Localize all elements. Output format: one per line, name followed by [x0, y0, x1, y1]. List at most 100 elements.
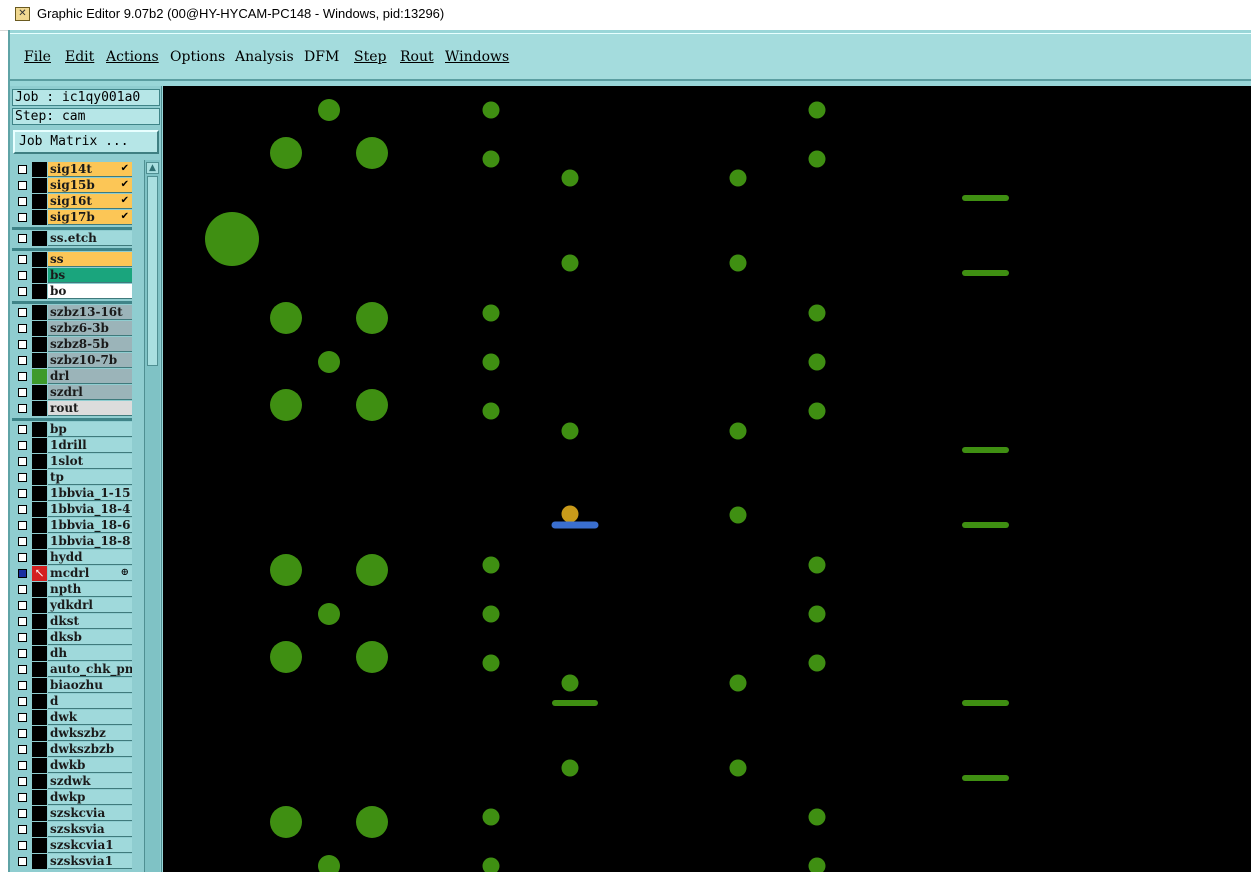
large-drill-pad[interactable] [205, 212, 259, 266]
editor-app-icon[interactable]: ✕ [15, 7, 30, 21]
drill-pad[interactable] [482, 150, 500, 168]
layer-row-sig16t[interactable]: sig16t ✔ [12, 194, 132, 210]
drill-pad[interactable] [482, 857, 500, 872]
layer-name[interactable]: bp [48, 422, 132, 437]
layer-row-hydd[interactable]: hydd [12, 550, 132, 566]
layer-checkbox[interactable] [18, 809, 27, 818]
drill-pad[interactable] [270, 137, 302, 169]
layer-checkbox[interactable] [18, 649, 27, 658]
layer-checkbox[interactable] [18, 681, 27, 690]
drill-pad[interactable] [561, 422, 579, 440]
layer-checkbox[interactable] [18, 665, 27, 674]
drill-pad[interactable] [561, 169, 579, 187]
drill-pad[interactable] [270, 302, 302, 334]
highlighted-pad[interactable] [561, 505, 579, 523]
drill-pad[interactable] [482, 808, 500, 826]
layer-color-swatch[interactable] [32, 582, 47, 597]
layer-row-szbz8-5b[interactable]: szbz8-5b [12, 337, 132, 353]
layer-row-1bbvia_18-4[interactable]: 1bbvia_18-4 [12, 502, 132, 518]
layer-name[interactable]: auto_chk_pn [48, 662, 132, 677]
drill-pad[interactable] [356, 137, 388, 169]
layer-row-sig14t[interactable]: sig14t ✔ [12, 162, 132, 178]
layer-name[interactable]: dwkb [48, 758, 132, 773]
layer-name[interactable]: szbz10-7b [48, 353, 132, 368]
layer-row-ss.etch[interactable]: ss.etch [12, 231, 132, 247]
layer-color-swatch[interactable] [32, 231, 47, 246]
layer-row-szskcvia1[interactable]: szskcvia1 [12, 838, 132, 854]
layer-name[interactable]: dksb [48, 630, 132, 645]
work-layer-arrow-icon[interactable]: ↖ [32, 566, 47, 581]
layer-name[interactable]: szsksvia [48, 822, 132, 837]
layer-checkbox[interactable] [18, 473, 27, 482]
layer-color-swatch[interactable] [32, 774, 47, 789]
layer-name[interactable]: 1bbvia_18-8 [48, 534, 132, 549]
layer-name[interactable]: 1drill [48, 438, 132, 453]
layer-color-swatch[interactable] [32, 178, 47, 193]
scroll-thumb[interactable] [147, 176, 158, 366]
layer-name[interactable]: ss [48, 252, 132, 267]
layer-name[interactable]: biaozhu [48, 678, 132, 693]
layer-row-dksb[interactable]: dksb [12, 630, 132, 646]
layer-color-swatch[interactable] [32, 321, 47, 336]
drill-pad[interactable] [808, 857, 826, 872]
layer-row-1bbvia_18-8[interactable]: 1bbvia_18-8 [12, 534, 132, 550]
drill-pad[interactable] [356, 806, 388, 838]
drill-pad[interactable] [808, 654, 826, 672]
layer-row-npth[interactable]: npth [12, 582, 132, 598]
layer-checkbox[interactable] [18, 761, 27, 770]
drill-pad[interactable] [561, 674, 579, 692]
drill-pad[interactable] [729, 674, 747, 692]
layer-color-swatch[interactable] [32, 662, 47, 677]
drill-pad[interactable] [482, 304, 500, 322]
drill-pad[interactable] [318, 855, 340, 872]
menu-edit[interactable]: Edit [65, 49, 94, 65]
layer-name[interactable]: dwkp [48, 790, 132, 805]
layer-name[interactable]: 1bbvia_1-15 [48, 486, 132, 501]
layer-row-biaozhu[interactable]: biaozhu [12, 678, 132, 694]
layer-row-sig15b[interactable]: sig15b ✔ [12, 178, 132, 194]
drill-pad[interactable] [356, 554, 388, 586]
layer-checkbox[interactable] [18, 841, 27, 850]
layer-checkbox[interactable] [18, 521, 27, 530]
layer-color-swatch[interactable] [32, 385, 47, 400]
drill-pad[interactable] [808, 605, 826, 623]
layer-row-rout[interactable]: rout [12, 401, 132, 417]
layer-row-dwk[interactable]: dwk [12, 710, 132, 726]
drill-pad[interactable] [318, 351, 340, 373]
layer-checkbox[interactable] [18, 457, 27, 466]
layer-checkbox[interactable] [18, 388, 27, 397]
layer-color-swatch[interactable] [32, 646, 47, 661]
drill-pad[interactable] [561, 254, 579, 272]
layer-checkbox[interactable] [18, 505, 27, 514]
layer-name[interactable]: 1slot [48, 454, 132, 469]
layer-row-d[interactable]: d [12, 694, 132, 710]
layer-color-swatch[interactable] [32, 758, 47, 773]
layer-row-1bbvia_18-6[interactable]: 1bbvia_18-6 [12, 518, 132, 534]
drill-pad[interactable] [729, 422, 747, 440]
layer-name[interactable]: szskcvia [48, 806, 132, 821]
layer-row-szdrl[interactable]: szdrl [12, 385, 132, 401]
layer-color-swatch[interactable] [32, 369, 47, 384]
drill-pad[interactable] [729, 759, 747, 777]
layer-row-szbz10-7b[interactable]: szbz10-7b [12, 353, 132, 369]
layer-color-swatch[interactable] [32, 162, 47, 177]
layer-color-swatch[interactable] [32, 454, 47, 469]
layer-color-swatch[interactable] [32, 742, 47, 757]
layer-checkbox[interactable] [18, 617, 27, 626]
drill-pad[interactable] [482, 605, 500, 623]
layer-color-swatch[interactable] [32, 822, 47, 837]
layer-checkbox[interactable] [18, 793, 27, 802]
layer-name[interactable]: 1bbvia_18-6 [48, 518, 132, 533]
layer-checkbox[interactable] [18, 255, 27, 264]
layer-color-swatch[interactable] [32, 305, 47, 320]
layer-name[interactable]: dwk [48, 710, 132, 725]
layer-checkbox[interactable] [18, 633, 27, 642]
layer-name[interactable]: sig14t [48, 162, 132, 177]
layer-color-swatch[interactable] [32, 284, 47, 299]
scroll-up-arrow-icon[interactable]: ▲ [146, 162, 159, 174]
layer-row-dkst[interactable]: dkst [12, 614, 132, 630]
layer-checkbox[interactable] [18, 404, 27, 413]
layer-name[interactable]: d [48, 694, 132, 709]
layer-name[interactable]: dwkszbzb [48, 742, 132, 757]
layer-name[interactable]: sig15b [48, 178, 132, 193]
